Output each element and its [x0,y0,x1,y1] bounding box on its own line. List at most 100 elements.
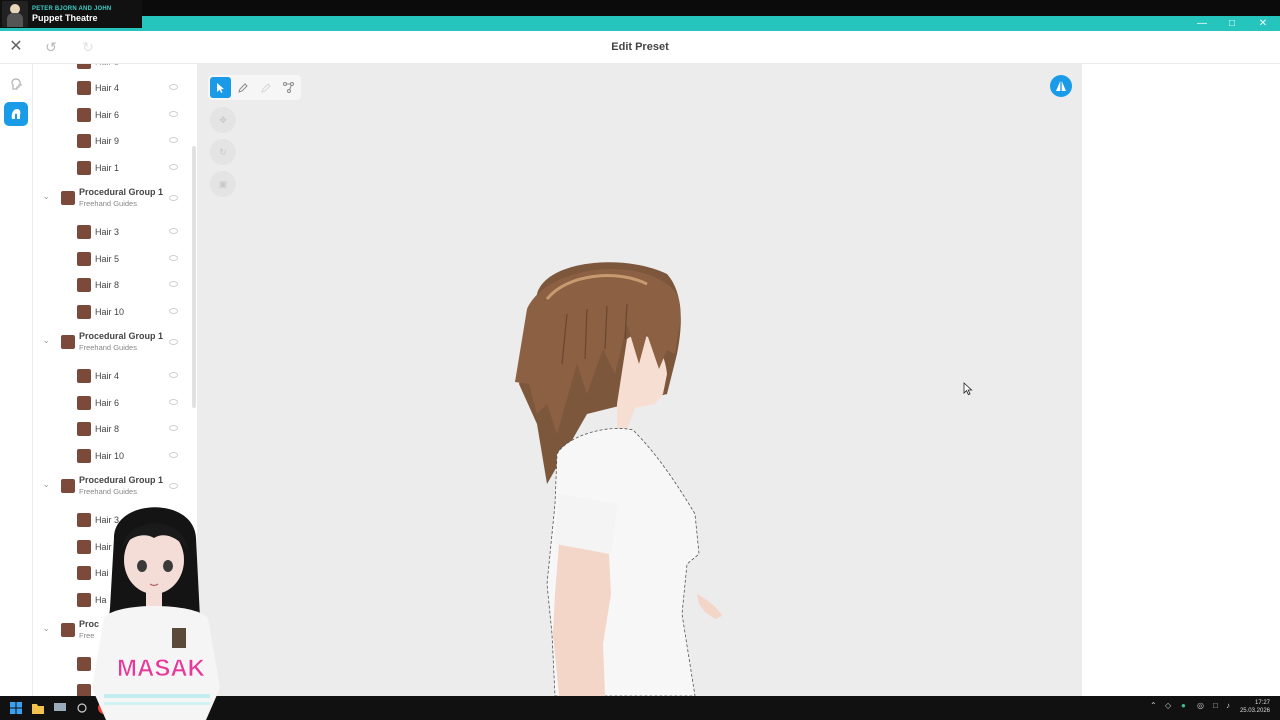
layer-item[interactable]: Hair 8 [33,420,183,438]
layer-group[interactable]: ⌄ Procedural Group 1 Freehand Guides [33,187,183,213]
layer-color-swatch [77,449,91,463]
folder-icon [32,703,44,714]
visibility-eye-icon[interactable] [169,255,178,261]
mirror-icon [1056,81,1066,91]
avatar-shirt-text: MASAK [117,655,206,682]
taskbar-app[interactable] [53,701,67,715]
mirror-toggle-button[interactable] [1050,75,1072,97]
group-color-swatch [61,623,75,637]
pencil-icon [238,82,248,93]
windows-logo-icon [10,702,22,714]
rail-hair-button[interactable] [4,102,28,126]
visibility-eye-icon[interactable] [169,111,178,117]
scale-gizmo-button[interactable]: ▣ [210,171,236,197]
guide-tool-button[interactable] [278,77,299,98]
page-title: Edit Preset [611,41,669,53]
tray-volume-icon[interactable]: ♪ [1226,701,1230,710]
visibility-eye-icon[interactable] [169,483,178,489]
chevron-down-icon[interactable]: ⌄ [43,192,50,201]
now-playing-title: Puppet Theatre [32,12,98,23]
streamer-avatar-overlay: MASAK [92,507,220,720]
layer-label: Hair 6 [95,398,120,408]
layer-label: Hair 8 [95,424,120,434]
layer-item[interactable]: Hair 10 [33,303,183,321]
visibility-eye-icon[interactable] [169,137,178,143]
layer-item[interactable]: Hair 8 [33,276,183,294]
clock-time: 17:27 [1254,700,1270,706]
mouse-cursor [963,382,973,396]
visibility-eye-icon[interactable] [169,372,178,378]
group-subtitle: Freehand Guides [79,343,137,352]
layer-color-swatch [77,422,91,436]
layer-item-partial[interactable]: Hair 5 [33,64,183,71]
draw-tool-button[interactable] [233,77,254,98]
left-rail [0,64,33,696]
layer-color-swatch [77,369,91,383]
layer-color-swatch [77,81,91,95]
panel-scrollbar[interactable] [192,146,196,408]
visibility-eye-icon[interactable] [169,425,178,431]
layer-item[interactable]: Hair 9 [33,132,183,150]
start-button[interactable] [9,701,23,715]
layer-color-swatch [77,161,91,175]
taskbar-explorer[interactable] [31,701,45,715]
layer-item[interactable]: Hair 3 [33,223,183,241]
layer-color-swatch [77,278,91,292]
move-icon: ✥ [219,114,227,125]
tray-network-icon[interactable]: ◇ [1165,701,1171,710]
tray-chevron-up-icon[interactable]: ⌃ [1150,701,1157,710]
rail-head-button[interactable] [4,72,28,96]
layer-label: Hair 8 [95,280,120,290]
chevron-down-icon[interactable]: ⌄ [43,480,50,489]
tray-microphone-icon[interactable]: ◎ [1197,701,1204,710]
group-color-swatch [61,479,75,493]
group-title: Procedural Group 1 [79,331,164,341]
layer-item[interactable]: Hair 5 [33,250,183,268]
layer-color-swatch [77,64,91,69]
layer-item[interactable]: Hair 4 [33,79,183,97]
select-tool-button[interactable] [210,77,231,98]
right-pane [1082,64,1280,696]
layer-label: Hair 3 [95,227,120,237]
layer-label: Hair 10 [95,307,125,317]
now-playing-badge: PETER BJORN AND JOHN Puppet Theatre [0,0,142,28]
visibility-eye-icon[interactable] [169,281,178,287]
visibility-eye-icon[interactable] [169,399,178,405]
layer-item[interactable]: Hair 4 [33,367,183,385]
system-clock[interactable]: 17:27 25.03.2026 [1240,699,1270,715]
visibility-eye-icon[interactable] [169,228,178,234]
layer-color-swatch [77,305,91,319]
layer-label: Hair 10 [95,451,125,461]
layer-label: Hair 1 [95,163,120,173]
layer-group[interactable]: ⌄ Procedural Group 1 Freehand Guides [33,331,183,357]
layer-label: Hair 5 [95,254,120,264]
visibility-eye-icon[interactable] [169,195,178,201]
album-art [2,1,28,27]
visibility-eye-icon[interactable] [169,84,178,90]
visibility-eye-icon[interactable] [169,339,178,345]
visibility-eye-icon[interactable] [169,164,178,170]
move-gizmo-button[interactable]: ✥ [210,107,236,133]
visibility-eye-icon[interactable] [169,308,178,314]
window-close-button[interactable]: ✕ [1248,16,1278,31]
layer-color-swatch [77,108,91,122]
visibility-eye-icon[interactable] [169,452,178,458]
layer-item[interactable]: Hair 1 [33,159,183,177]
layer-label: Hair 6 [95,110,120,120]
erase-tool-button[interactable] [255,77,276,98]
chevron-down-icon[interactable]: ⌄ [43,336,50,345]
tray-display-icon[interactable]: □ [1213,701,1218,710]
app-header: ✕ ↺ ↻ Edit Preset [0,31,1280,64]
3d-viewport[interactable]: ✥ ↻ ▣ [197,64,1082,696]
tray-app-icon[interactable]: ● [1181,701,1186,710]
hair-icon [11,109,21,119]
minimize-button[interactable]: — [1187,16,1217,31]
layer-item[interactable]: Hair 6 [33,106,183,124]
layer-color-swatch [77,396,91,410]
maximize-button[interactable]: □ [1217,16,1247,31]
viewport-toolbar [208,75,301,100]
layer-item[interactable]: Hair 10 [33,447,183,465]
chevron-down-icon[interactable]: ⌄ [43,624,50,633]
rotate-gizmo-button[interactable]: ↻ [210,139,236,165]
layer-item[interactable]: Hair 6 [33,394,183,412]
